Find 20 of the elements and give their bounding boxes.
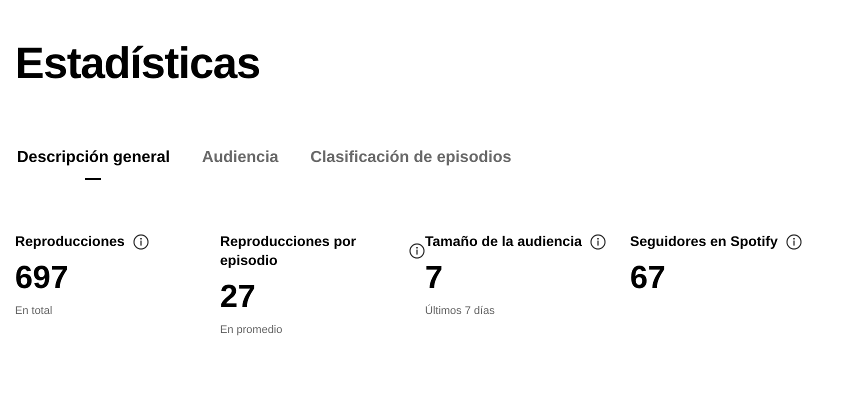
stat-label: Reproducciones por episodio: [220, 232, 358, 270]
stat-value: 7: [425, 258, 444, 297]
tab[interactable]: Audiencia: [202, 146, 278, 180]
page-title: Estadísticas: [15, 38, 261, 90]
tab-indicator: [85, 178, 102, 180]
stat-label: Seguidores en Spotify: [630, 232, 778, 251]
info-icon[interactable]: [409, 243, 425, 259]
stat-value: 697: [15, 258, 70, 297]
stat-note: Últimos 7 días: [425, 304, 496, 319]
info-icon[interactable]: [786, 234, 802, 250]
stat-value: 27: [220, 277, 257, 316]
info-icon[interactable]: [132, 234, 149, 250]
tab[interactable]: Clasificación de episodios: [310, 146, 512, 180]
stat-label: Reproducciones: [15, 232, 125, 251]
stat-value: 67: [630, 258, 667, 297]
stat-note: En total: [15, 304, 54, 319]
info-icon[interactable]: [590, 234, 606, 250]
stat-label: Tamaño de la audiencia: [425, 232, 582, 251]
tab[interactable]: Descripción general: [17, 146, 170, 180]
stat-note: En promedio: [220, 323, 284, 338]
